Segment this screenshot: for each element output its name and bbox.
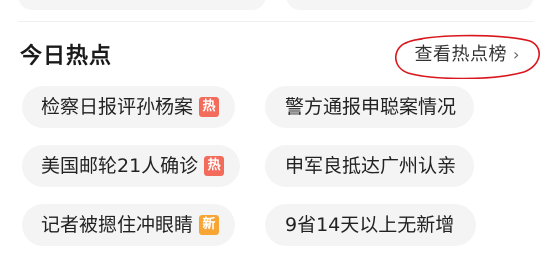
hot-badge: 热 [199, 97, 220, 117]
topic-label: 9省14天以上无新增 [285, 214, 455, 236]
hot-badge: 热 [204, 156, 225, 176]
topic-chip[interactable]: 检察日报评孙杨案 热 [22, 86, 236, 128]
previous-card-left [18, 0, 266, 10]
section-divider [18, 21, 534, 22]
topic-chip[interactable]: 警方通报申聪案情况 [265, 86, 475, 128]
topic-label: 申军良抵达广州认亲 [285, 155, 457, 177]
topic-label: 记者被摁住冲眼睛 [41, 214, 194, 236]
topic-label: 检察日报评孙杨案 [41, 96, 194, 118]
chevron-right-icon: › [513, 45, 520, 64]
topic-label: 美国邮轮21人确诊 [41, 155, 199, 177]
topic-chip[interactable]: 9省14天以上无新增 [265, 204, 477, 246]
previous-section-remnant [0, 0, 552, 22]
previous-card-right [286, 0, 534, 10]
view-hot-list-label: 查看热点榜 [414, 44, 508, 65]
topic-chip[interactable]: 美国邮轮21人确诊 热 [22, 145, 241, 187]
topic-chip[interactable]: 记者被摁住冲眼睛 新 [22, 204, 236, 246]
new-badge: 新 [199, 215, 220, 235]
topic-label: 警方通报申聪案情况 [285, 96, 457, 118]
topic-chip[interactable]: 申军良抵达广州认亲 [265, 145, 475, 187]
view-hot-list-button[interactable]: 查看热点榜 › [392, 31, 542, 79]
section-title: 今日热点 [20, 44, 113, 69]
